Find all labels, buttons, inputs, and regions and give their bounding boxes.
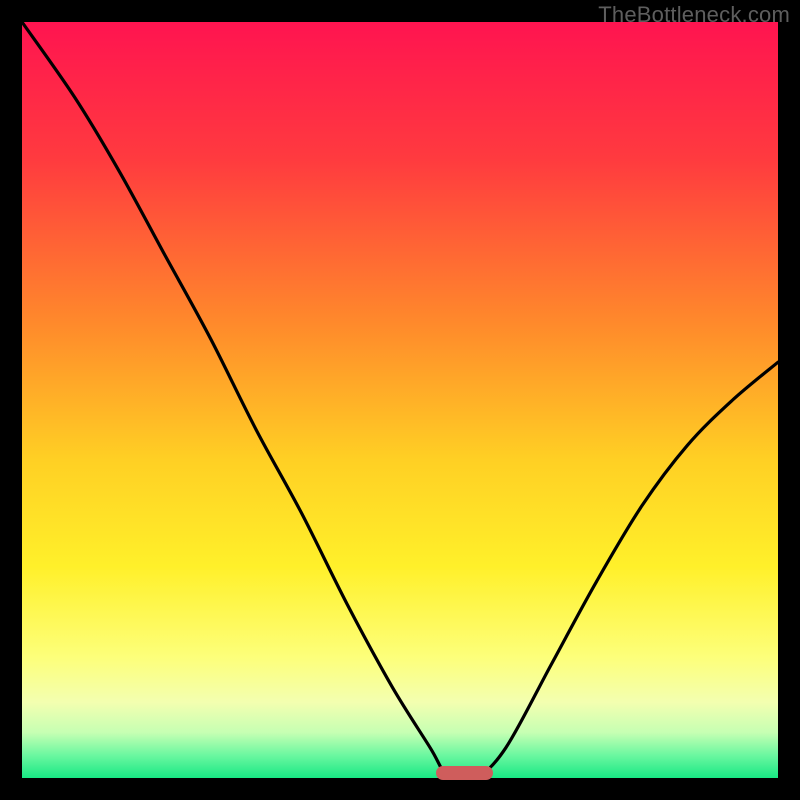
watermark-text: TheBottleneck.com [598,2,790,28]
chart-frame: TheBottleneck.com [0,0,800,800]
minimum-marker [436,766,493,780]
bottleneck-curve [22,22,778,778]
plot-area [22,22,778,778]
